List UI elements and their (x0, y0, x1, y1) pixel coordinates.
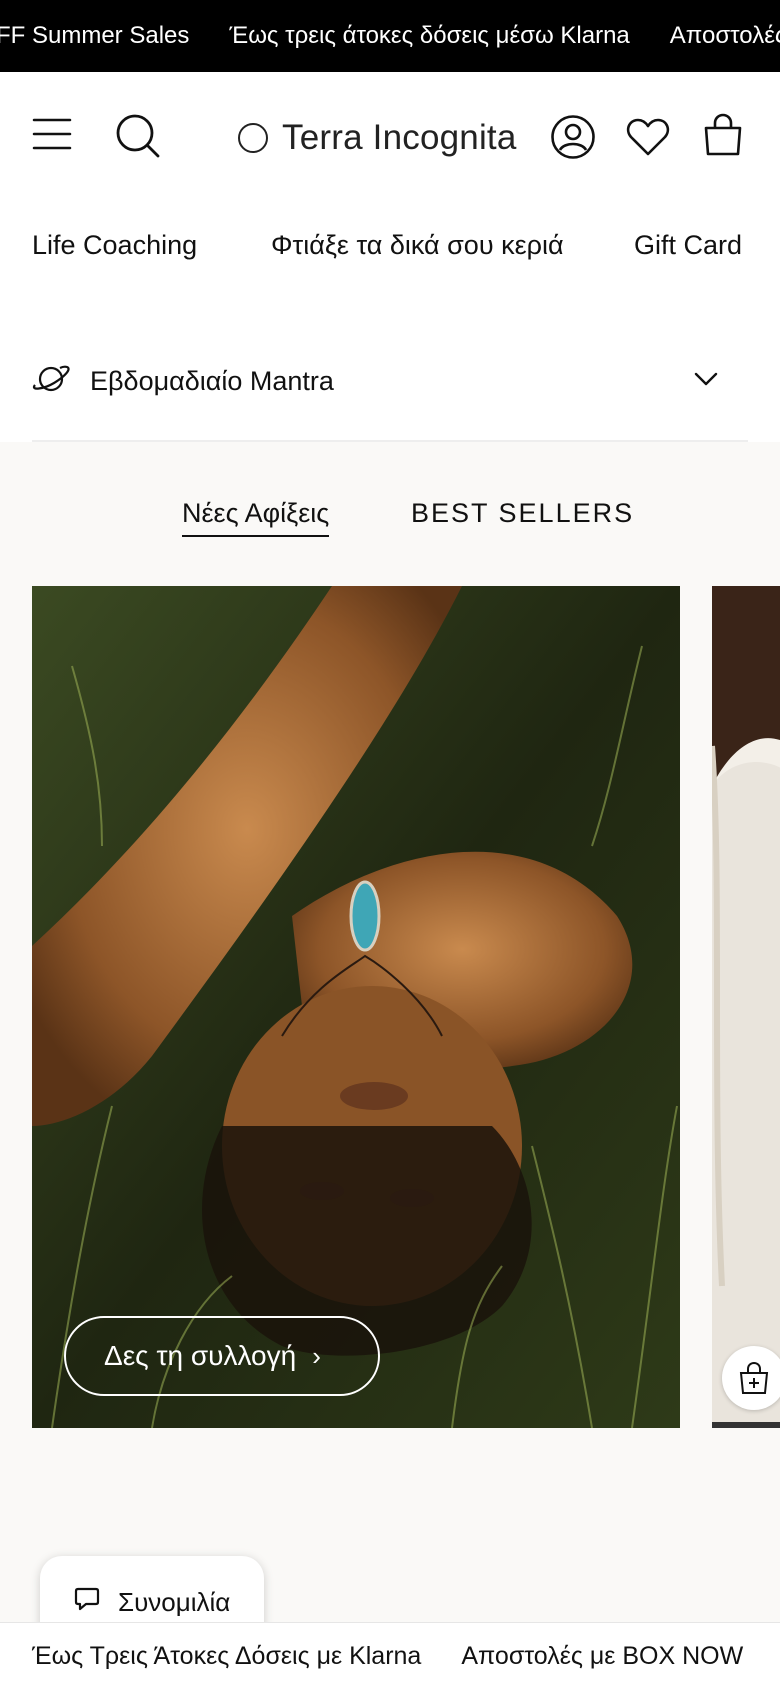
announcement-track: FF Summer Sales Έως τρεις άτοκες δόσεις … (0, 0, 780, 72)
see-collection-button[interactable]: Δες τη συλλογή › (64, 1316, 380, 1396)
weekly-mantra-accordion: Εβδομαδιαίο Mantra (0, 300, 780, 442)
cart-icon[interactable] (702, 112, 744, 158)
collection-tabs: Νέες Αφίξεις BEST SELLERS (0, 494, 780, 544)
collection-image (32, 586, 680, 1428)
bottom-announcement-bar: Έως Τρεις Άτοκες Δόσεις με Klarna Αποστο… (0, 1622, 780, 1688)
site-header: Terra Incognita (0, 72, 780, 200)
chat-label: Συνομιλία (118, 1586, 231, 1617)
site-logo[interactable]: Terra Incognita (238, 110, 517, 166)
nav-item-gift-card[interactable]: Gift Card (634, 230, 742, 261)
bottom-announcement-track: Έως Τρεις Άτοκες Δόσεις με Klarna Αποστο… (32, 1623, 780, 1688)
tab-best-sellers[interactable]: BEST SELLERS (411, 498, 634, 529)
logo-text: Terra Incognita (282, 118, 517, 157)
announcement-item[interactable]: Αποστολές (670, 22, 780, 50)
mantra-label: Εβδομαδιαίο Mantra (90, 365, 334, 396)
bottom-announcement-item: Έως Τρεις Άτοκες Δόσεις με Klarna (32, 1641, 422, 1670)
search-icon[interactable] (114, 112, 162, 160)
product-image-peek (712, 586, 780, 1428)
chevron-right-icon: › (312, 1340, 321, 1371)
divider (32, 440, 748, 442)
category-nav: Life Coaching Φτιάξε τα δικά σου κεριά G… (0, 200, 780, 300)
wishlist-icon[interactable] (626, 116, 670, 158)
chat-bubble-icon (74, 1586, 100, 1619)
tab-new-arrivals[interactable]: Νέες Αφίξεις (182, 498, 330, 537)
planet-icon (32, 363, 70, 400)
see-collection-label: Δες τη συλλογή (104, 1340, 297, 1371)
menu-icon[interactable] (30, 112, 74, 156)
mantra-toggle[interactable]: Εβδομαδιαίο Mantra (32, 356, 748, 406)
chevron-down-icon (694, 372, 718, 391)
announcement-item[interactable]: Έως τρεις άτοκες δόσεις μέσω Klarna (229, 22, 629, 50)
product-card-peek[interactable] (712, 586, 780, 1428)
logo-circle-icon (238, 123, 268, 153)
collection-card[interactable]: Δες τη συλλογή › (32, 586, 680, 1428)
account-icon[interactable] (550, 114, 596, 160)
nav-item-life-coaching[interactable]: Life Coaching (32, 230, 197, 261)
announcement-bar: FF Summer Sales Έως τρεις άτοκες δόσεις … (0, 0, 780, 72)
bottom-announcement-item: Αποστολές με BOX NOW (461, 1641, 744, 1670)
quick-add-cart-icon[interactable] (722, 1346, 780, 1410)
nav-item-candles[interactable]: Φτιάξε τα δικά σου κεριά (271, 230, 564, 261)
announcement-item[interactable]: FF Summer Sales (0, 22, 189, 50)
